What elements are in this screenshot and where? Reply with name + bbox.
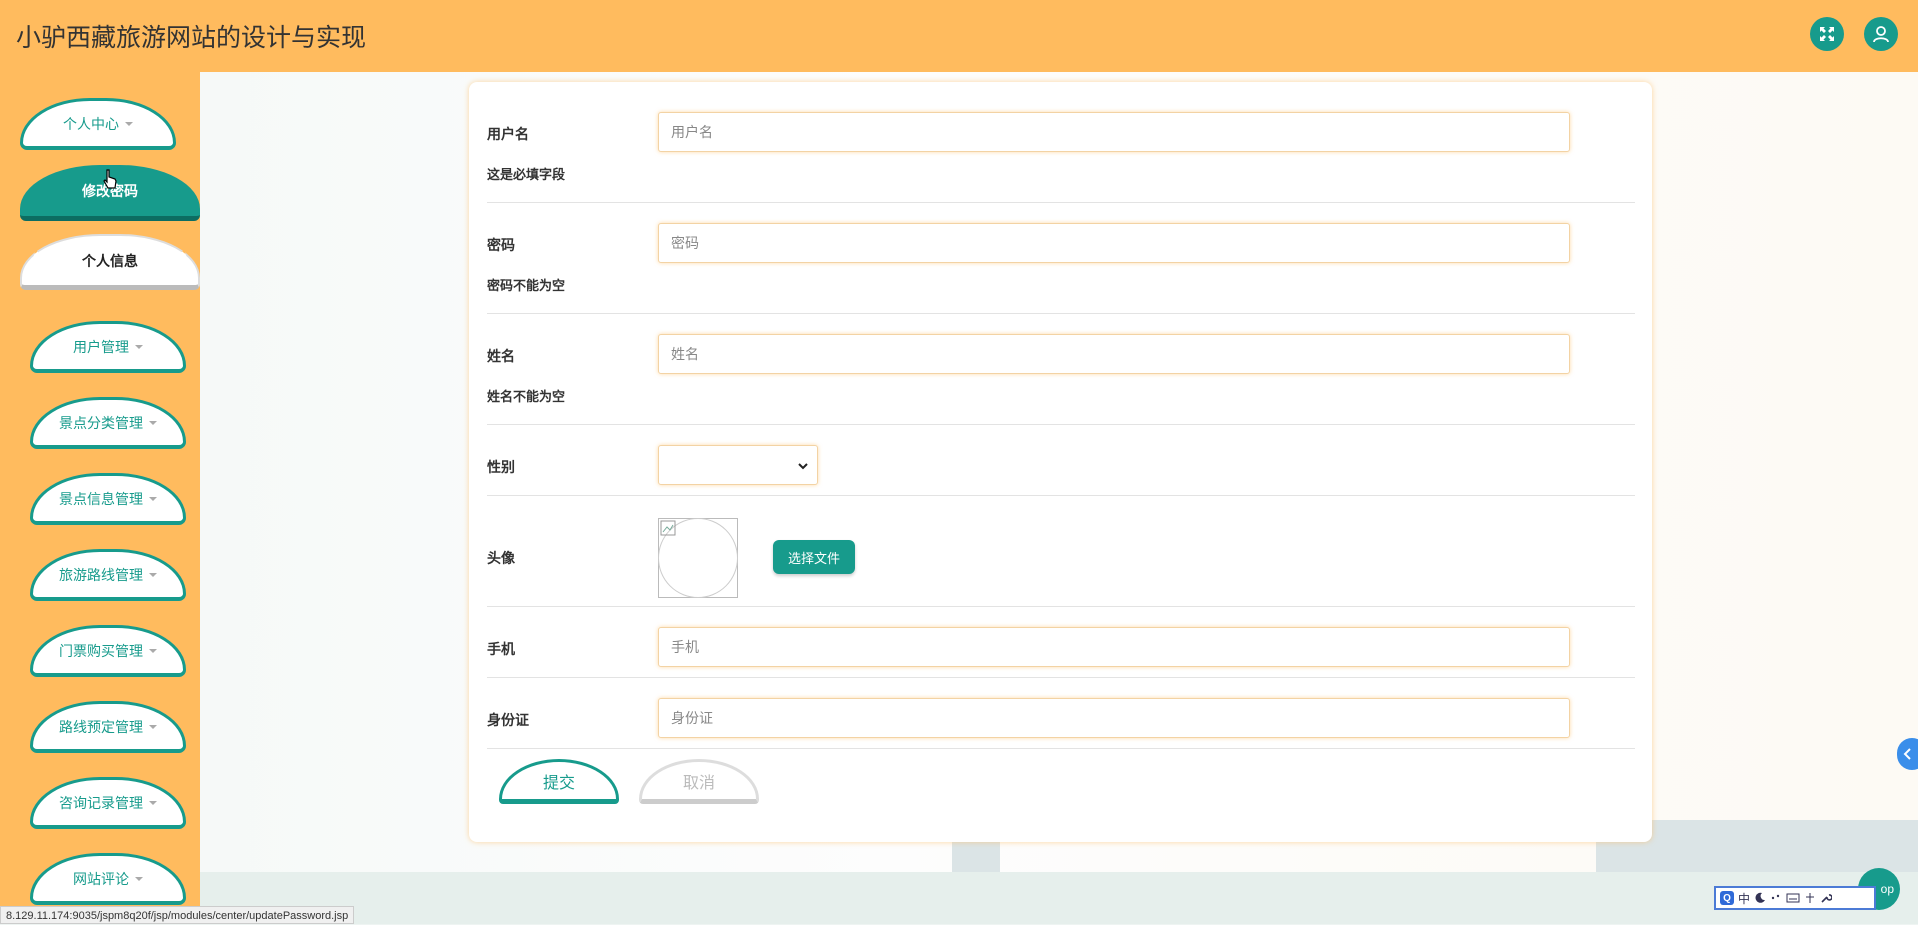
fullscreen-button[interactable]	[1810, 17, 1844, 51]
back-to-top-label: op	[1880, 882, 1894, 896]
caret-down-icon	[149, 496, 157, 501]
top-header: 小驴西藏旅游网站的设计与实现	[0, 0, 1918, 72]
sidebar-subitem-personal-info[interactable]: 个人信息	[20, 234, 200, 290]
sidebar-item-attraction-info[interactable]: 景点信息管理	[30, 473, 186, 525]
expand-icon	[1820, 27, 1834, 41]
sidebar-item-consult-records[interactable]: 咨询记录管理	[30, 777, 186, 829]
gender-label: 性别	[487, 459, 515, 475]
keyboard-icon[interactable]	[1786, 892, 1800, 904]
chevron-down-icon	[798, 463, 808, 470]
username-hint: 这是必填字段	[487, 167, 566, 182]
choose-file-button[interactable]: 选择文件	[773, 540, 855, 574]
caret-down-icon	[149, 420, 157, 425]
sidebar-item-label: 用户管理	[73, 338, 129, 355]
ime-mode[interactable]: 中	[1738, 890, 1750, 907]
phone-label: 手机	[487, 641, 515, 657]
sidebar-item-label: 景点信息管理	[59, 490, 143, 507]
idcard-input[interactable]	[658, 698, 1570, 738]
wrench-icon[interactable]	[1820, 892, 1833, 904]
cancel-button[interactable]: 取消	[639, 759, 759, 804]
user-button[interactable]	[1864, 17, 1898, 51]
punctuation-icon[interactable]	[1770, 892, 1782, 904]
sidebar-item-label: 咨询记录管理	[59, 794, 143, 811]
broken-image-icon	[660, 520, 676, 536]
phone-input[interactable]	[658, 627, 1570, 667]
user-icon	[1873, 26, 1889, 43]
sidebar-item-personal-center[interactable]: 个人中心	[20, 98, 176, 150]
sidebar-item-attraction-category[interactable]: 景点分类管理	[30, 397, 186, 449]
side-panel-toggle[interactable]	[1897, 738, 1918, 770]
form-row-name: 姓名 姓名不能为空	[487, 314, 1635, 425]
chevron-left-icon	[1903, 748, 1911, 760]
sidebar-item-route-booking[interactable]: 路线预定管理	[30, 701, 186, 753]
sidebar-item-user-management[interactable]: 用户管理	[30, 321, 186, 373]
sidebar-item-label: 网站评论	[73, 870, 129, 887]
caret-down-icon	[135, 876, 143, 881]
name-input[interactable]	[658, 334, 1570, 374]
name-hint: 姓名不能为空	[487, 389, 566, 404]
main-bottom-band	[200, 872, 1918, 924]
sidebar-item-label: 旅游路线管理	[59, 566, 143, 583]
caret-down-icon	[125, 121, 133, 126]
sidebar-item-site-comments[interactable]: 网站评论	[30, 853, 186, 905]
username-input[interactable]	[658, 112, 1570, 152]
caret-down-icon	[149, 648, 157, 653]
username-label: 用户名	[487, 126, 529, 142]
moon-icon[interactable]	[1754, 892, 1766, 904]
form-row-phone: 手机	[487, 607, 1635, 678]
sidebar-item-label: 门票购买管理	[59, 642, 143, 659]
status-bar-url: 8.129.11.174:9035/jspm8q20f/jsp/modules/…	[0, 906, 355, 924]
sidebar: 个人中心 修改密码 个人信息 用户管理 景点分类管理 景点信息管理 旅游路线管理…	[0, 72, 200, 924]
name-label: 姓名	[487, 348, 515, 364]
sidebar-item-travel-route[interactable]: 旅游路线管理	[30, 549, 186, 601]
form-row-idcard: 身份证	[487, 678, 1635, 749]
ime-logo: Q	[1720, 891, 1734, 905]
password-label: 密码	[487, 237, 515, 253]
caret-down-icon	[149, 800, 157, 805]
fullwidth-icon[interactable]	[1804, 892, 1816, 904]
idcard-label: 身份证	[487, 712, 529, 728]
submit-button[interactable]: 提交	[499, 759, 619, 804]
gender-select[interactable]	[658, 445, 818, 485]
form-row-gender: 性别	[487, 425, 1635, 496]
caret-down-icon	[149, 572, 157, 577]
sidebar-item-ticket-purchase[interactable]: 门票购买管理	[30, 625, 186, 677]
sidebar-subitem-label: 个人信息	[82, 252, 138, 269]
sidebar-item-label: 景点分类管理	[59, 414, 143, 431]
sidebar-item-label: 个人中心	[63, 115, 119, 132]
password-hint: 密码不能为空	[487, 278, 566, 293]
site-title: 小驴西藏旅游网站的设计与实现	[16, 24, 367, 52]
caret-down-icon	[149, 724, 157, 729]
form-row-password: 密码 密码不能为空	[487, 203, 1635, 314]
form-card: 用户名 这是必填字段 密码 密码不能为空 姓名 姓名不能为空 性别 头像 选择文…	[469, 82, 1652, 842]
caret-down-icon	[135, 344, 143, 349]
ime-toolbar: Q 中	[1714, 886, 1876, 910]
mouse-pointer-icon	[103, 169, 117, 189]
avatar-label: 头像	[487, 550, 515, 566]
form-row-avatar: 头像 选择文件	[487, 496, 1635, 607]
password-input[interactable]	[658, 223, 1570, 263]
sidebar-item-label: 路线预定管理	[59, 718, 143, 735]
form-row-username: 用户名 这是必填字段	[487, 82, 1635, 203]
